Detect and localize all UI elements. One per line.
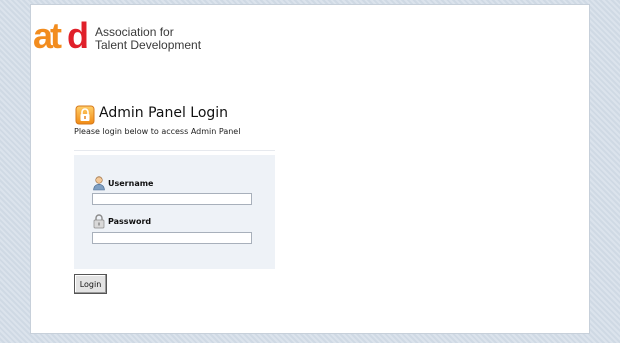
page-subtitle: Please login below to access Admin Panel bbox=[74, 127, 241, 136]
username-label-text: Username bbox=[108, 179, 154, 188]
user-icon bbox=[93, 176, 105, 191]
atd-logo-mark: at d bbox=[33, 15, 89, 55]
login-form: Username Password bbox=[74, 155, 275, 269]
header-divider bbox=[74, 150, 275, 151]
svg-text:at: at bbox=[33, 15, 62, 55]
lock-icon bbox=[75, 105, 95, 125]
password-input[interactable] bbox=[92, 232, 252, 244]
svg-text:d: d bbox=[67, 15, 89, 55]
brand-line-2: Talent Development bbox=[95, 38, 202, 52]
username-input[interactable] bbox=[92, 193, 252, 205]
login-button[interactable]: Login bbox=[74, 274, 107, 294]
brand-name: Association for Talent Development bbox=[95, 26, 201, 52]
padlock-icon bbox=[93, 214, 105, 229]
login-panel: at d Association for Talent Development … bbox=[31, 5, 589, 333]
page-title: Admin Panel Login bbox=[99, 105, 229, 121]
atd-logo: at d Association for Talent Development bbox=[33, 15, 213, 55]
password-label-text: Password bbox=[108, 217, 152, 226]
